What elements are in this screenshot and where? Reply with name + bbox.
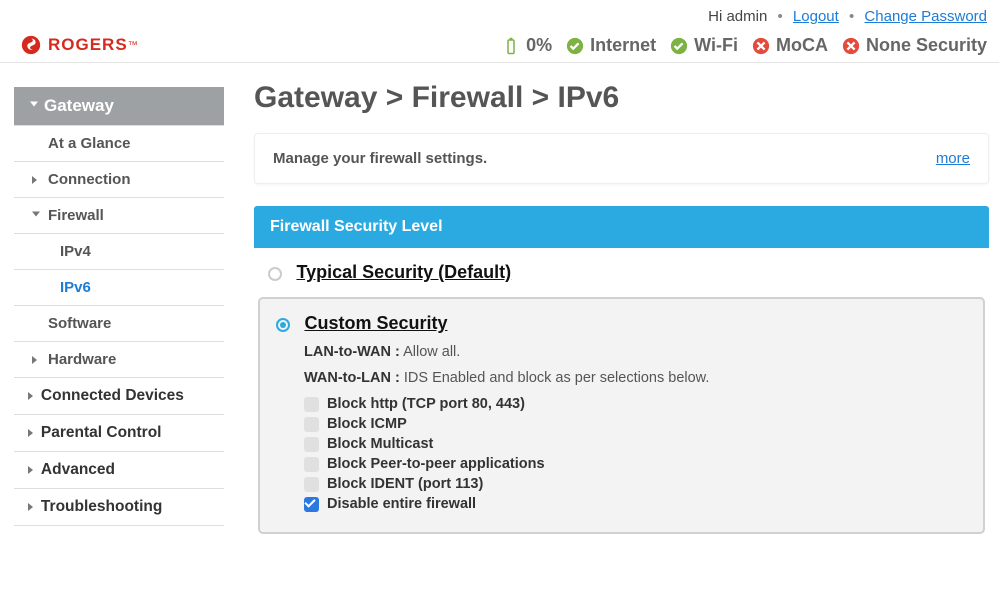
check-block-p2p[interactable]: Block Peer-to-peer applications	[304, 454, 967, 474]
sidebar-item-parental-control[interactable]: Parental Control	[14, 414, 224, 451]
chevron-down-icon	[30, 102, 38, 111]
rogers-swirl-icon	[20, 34, 42, 56]
logout-link[interactable]: Logout	[793, 8, 839, 25]
battery-icon	[502, 37, 520, 55]
checkbox-icon[interactable]	[304, 457, 319, 472]
checkbox-icon[interactable]	[304, 397, 319, 412]
custom-security-panel: Custom Security LAN-to-WAN : Allow all. …	[258, 297, 985, 534]
chevron-right-icon	[28, 429, 33, 437]
sidebar-item-troubleshooting[interactable]: Troubleshooting	[14, 488, 224, 526]
wan-to-lan-row: WAN-to-LAN : IDS Enabled and block as pe…	[304, 370, 967, 386]
moca-status: MoCA	[752, 35, 828, 56]
separator: •	[777, 8, 782, 25]
change-password-link[interactable]: Change Password	[864, 8, 987, 25]
check-block-http[interactable]: Block http (TCP port 80, 443)	[304, 394, 967, 414]
typical-security-label: Typical Security (Default)	[296, 262, 511, 282]
custom-security-label: Custom Security	[304, 313, 447, 333]
checkbox-checked-icon[interactable]	[304, 497, 319, 512]
check-block-multicast[interactable]: Block Multicast	[304, 434, 967, 454]
sidebar-item-connected-devices[interactable]: Connected Devices	[14, 377, 224, 414]
wifi-status: Wi-Fi	[670, 35, 738, 56]
checkbox-icon[interactable]	[304, 477, 319, 492]
sidebar-item-hardware[interactable]: Hardware	[14, 341, 224, 377]
radio-custom[interactable]	[276, 318, 290, 332]
sidebar-item-firewall[interactable]: Firewall	[14, 197, 224, 233]
info-panel: Manage your firewall settings. more	[254, 133, 989, 184]
chevron-down-icon	[32, 211, 40, 220]
sidebar-item-ipv6[interactable]: IPv6	[14, 269, 224, 305]
info-message: Manage your firewall settings.	[273, 150, 487, 167]
check-circle-icon	[566, 37, 584, 55]
page-title: Gateway > Firewall > IPv6	[254, 81, 989, 115]
status-bar: 0% Internet Wi-Fi MoCA None Security	[502, 35, 987, 56]
chevron-right-icon	[28, 466, 33, 474]
typical-security-option[interactable]: Typical Security (Default)	[254, 248, 989, 297]
checkbox-icon[interactable]	[304, 417, 319, 432]
x-circle-icon	[842, 37, 860, 55]
chevron-right-icon	[28, 503, 33, 511]
separator: •	[849, 8, 854, 25]
check-block-ident[interactable]: Block IDENT (port 113)	[304, 474, 967, 494]
check-disable-firewall[interactable]: Disable entire firewall	[304, 494, 967, 514]
sidebar-item-connection[interactable]: Connection	[14, 161, 224, 197]
logo-tm: ™	[128, 40, 138, 51]
sidebar-item-ipv4[interactable]: IPv4	[14, 233, 224, 269]
x-circle-icon	[752, 37, 770, 55]
battery-status: 0%	[502, 35, 552, 56]
chevron-right-icon	[28, 392, 33, 400]
panel-header: Firewall Security Level	[254, 206, 989, 248]
sidebar-item-gateway[interactable]: Gateway	[14, 87, 224, 125]
top-links: Hi admin • Logout • Change Password	[502, 8, 987, 25]
sidebar-item-at-a-glance[interactable]: At a Glance	[14, 125, 224, 161]
more-link[interactable]: more	[936, 150, 970, 167]
radio-typical[interactable]	[268, 267, 282, 281]
custom-security-option[interactable]: Custom Security	[276, 313, 967, 334]
battery-pct: 0%	[526, 35, 552, 56]
lan-to-wan-row: LAN-to-WAN : Allow all.	[304, 344, 967, 360]
sidebar-item-advanced[interactable]: Advanced	[14, 451, 224, 488]
sidebar-nav: Gateway At a Glance Connection Firewall …	[14, 87, 224, 526]
internet-status: Internet	[566, 35, 656, 56]
greeting-text: Hi admin	[708, 8, 767, 25]
check-block-icmp[interactable]: Block ICMP	[304, 414, 967, 434]
check-circle-icon	[670, 37, 688, 55]
checkbox-icon[interactable]	[304, 437, 319, 452]
security-status: None Security	[842, 35, 987, 56]
logo-text: ROGERS	[48, 35, 128, 55]
sidebar-item-software[interactable]: Software	[14, 305, 224, 341]
chevron-right-icon	[32, 356, 37, 364]
brand-logo: ROGERS™	[20, 34, 138, 56]
chevron-right-icon	[32, 176, 37, 184]
